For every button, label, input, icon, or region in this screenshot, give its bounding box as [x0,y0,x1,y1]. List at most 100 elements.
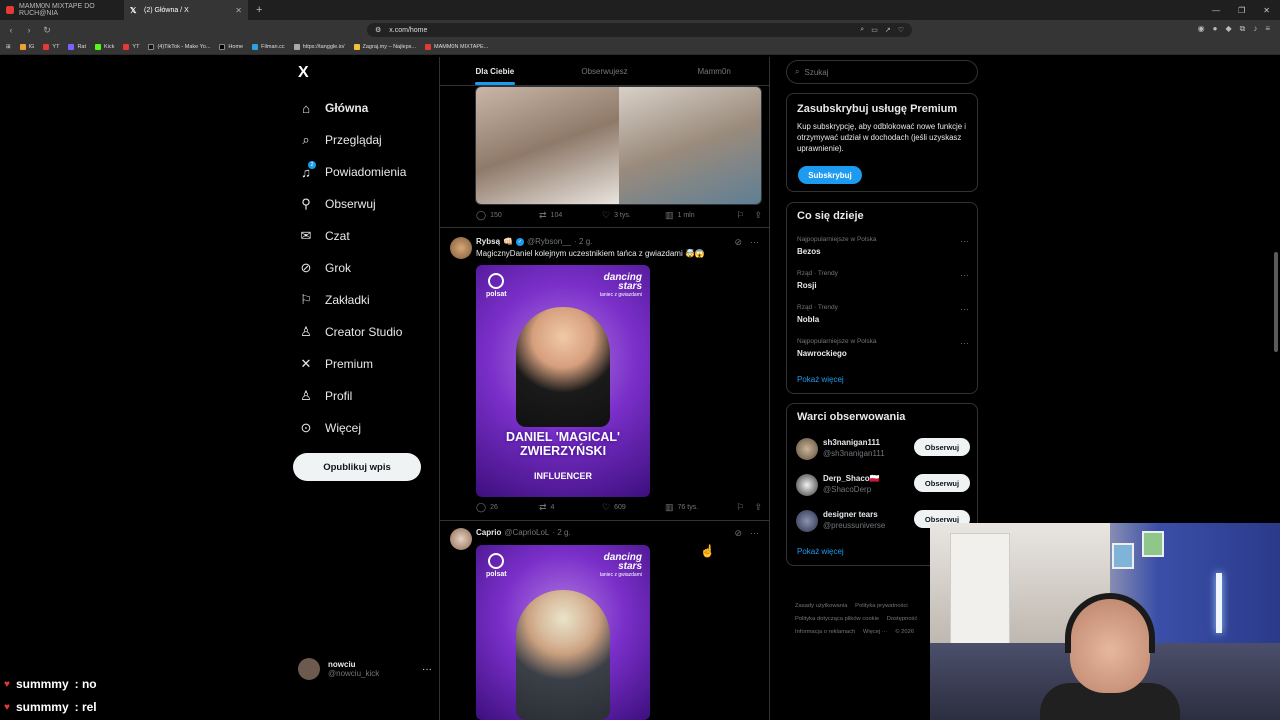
like-button[interactable]: ♡ 3 tys. [602,210,665,221]
tweet-author[interactable]: Rybsą [476,237,500,246]
nav-notifications[interactable]: ♫ 2 Powiadomienia [298,156,406,188]
close-tab-icon[interactable]: ✕ [235,6,242,15]
maximize-icon[interactable]: ❐ [1238,6,1245,15]
bookmark-item[interactable]: YT [123,44,139,50]
reply-button[interactable]: ◯ 150 [476,210,539,221]
bookmark-item[interactable]: https://tanggle.io/ [293,44,345,50]
grok-icon[interactable]: ⊘ [734,528,742,539]
nav-home[interactable]: ⌂ Główna [298,92,406,124]
bookmark-star-icon[interactable]: ♡ [898,26,904,34]
footer-link[interactable]: Informacja o reklamach [795,629,855,635]
follow-suggestion[interactable]: Derp_Shaco🇵🇱 @ShacoDerp Obserwuj [796,474,970,500]
tab-for-you[interactable]: Dla Ciebie [440,57,550,85]
follow-suggestion[interactable]: sh3nanigan111 @sh3nanigan111 Obserwuj [796,438,970,464]
site-info-icon[interactable]: ⚙ [375,26,381,34]
more-icon[interactable]: ··· [960,304,969,314]
more-icon[interactable]: ··· [750,237,759,248]
bookmark-item[interactable]: Home [219,44,243,50]
more-icon[interactable]: ··· [960,236,969,246]
bookmark-item[interactable]: MAMM0N MIXTAPE... [425,44,488,50]
nav-explore[interactable]: ⌕ Przeglądaj [298,124,406,156]
footer-link[interactable]: Polityka dotycząca plików cookie [795,616,879,622]
tweet-time[interactable]: · 2 g. [552,528,570,537]
trend-item[interactable]: Rząd · Trendy Rosji ··· [797,270,969,290]
show-more-link[interactable]: Pokaż więcej [797,375,844,384]
more-icon[interactable]: ··· [960,270,969,280]
nav-grok[interactable]: ⊘ Grok [298,252,406,284]
extensions-icon[interactable]: ⧉ [1240,24,1246,34]
footer-link[interactable]: Więcej ··· [863,629,888,635]
avatar[interactable] [450,528,472,550]
tweet-handle[interactable]: @Rybson__ [527,237,571,246]
tweet-handle[interactable]: @CaprioLoL [504,528,549,537]
footer-link[interactable]: Dostępność [887,616,918,622]
browser-tab[interactable]: MAMM0N MIXTAPE DO RUCH@NIA [0,0,124,20]
minimize-icon[interactable]: — [1212,6,1220,15]
bookmark-item[interactable]: (4)TikTok - Make Yo... [148,44,210,50]
footer-link[interactable]: Zasady użytkowania [795,603,848,609]
trend-item[interactable]: Najpopularniejsze w Polska Nawrockiego ·… [797,338,969,358]
reload-icon[interactable]: ↻ [42,25,52,36]
views-button[interactable]: ▥ 1 mln [665,210,728,221]
bookmark-icon[interactable]: ⚐ [736,210,744,221]
more-icon[interactable]: ··· [960,338,969,348]
bookmark-icon[interactable]: ⚐ [736,502,744,513]
avatar[interactable] [450,237,472,259]
search-box[interactable]: ⌕ [786,60,978,84]
menu-icon[interactable]: ≡ [1265,24,1270,34]
tab-following[interactable]: Obserwujesz [550,57,660,85]
account-switcher[interactable]: nowciu @nowciu_kick ··· [298,658,432,680]
trend-item[interactable]: Rząd · Trendy Nobla ··· [797,304,969,324]
nav-follow[interactable]: ⚲ Obserwuj [298,188,406,220]
close-window-icon[interactable]: ✕ [1263,6,1270,15]
extension-icon[interactable]: ◆ [1225,24,1231,34]
tweet-media[interactable] [475,86,762,205]
show-more-link[interactable]: Pokaż więcej [797,547,844,556]
bookmark-item[interactable]: YT [43,44,59,50]
like-button[interactable]: ♡ 609 [602,502,665,513]
bookmark-item[interactable]: Rat [68,44,86,50]
bookmark-item[interactable]: Zagraj.my – Najleps... [353,44,416,50]
nav-bookmarks[interactable]: ⚐ Zakładki [298,284,406,316]
trend-item[interactable]: Najpopularniejsze w Polska Bezos ··· [797,236,969,256]
page-scrollbar[interactable] [1272,57,1280,720]
forward-icon[interactable]: › [24,25,34,35]
tab-mammon[interactable]: Mamm0n [659,57,769,85]
more-icon[interactable]: ··· [422,664,432,675]
nav-more[interactable]: ⊙ Więcej [298,412,406,444]
tweet-time[interactable]: · 2 g. [574,237,592,246]
more-icon[interactable]: ··· [750,528,759,539]
share-icon[interactable]: ↗ [885,26,891,34]
search-input[interactable] [804,67,955,77]
bookmark-item[interactable]: Kick [95,44,114,50]
extension-icon[interactable]: ◉ [1198,24,1205,34]
screenshot-icon[interactable]: ▭ [871,26,878,34]
music-icon[interactable]: ♪ [1253,24,1257,34]
follow-button[interactable]: Obserwuj [914,438,970,456]
share-icon[interactable]: ⇪ [754,210,762,221]
nav-premium[interactable]: ✕ Premium [298,348,406,380]
repost-button[interactable]: ⇄ 4 [539,502,602,513]
back-icon[interactable]: ‹ [6,25,16,35]
share-icon[interactable]: ⇪ [754,502,762,513]
bookmark-item[interactable]: IG [19,44,34,50]
follow-button[interactable]: Obserwuj [914,474,970,492]
reply-button[interactable]: ◯ 26 [476,502,539,513]
tweet-media[interactable]: polsat dancing stars taniec z gwiazdami [476,545,650,720]
nav-chat[interactable]: ✉ Czat [298,220,406,252]
new-tab-icon[interactable]: + [248,4,270,16]
timeline[interactable]: Dla Ciebie Obserwujesz Mamm0n ◯ 150 ⇄ 104 … [439,57,770,720]
tweet[interactable]: Caprio @CaprioLoL · 2 g. ⊘ ··· polsat da… [440,528,769,720]
subscribe-button[interactable]: Subskrybuj [798,166,862,184]
grok-icon[interactable]: ⊘ [734,237,742,248]
x-logo[interactable]: X [298,64,309,82]
address-bar[interactable]: ⚙ x.com/home ⌕ ▭ ↗ ♡ [367,23,912,37]
footer-link[interactable]: Polityka prywatności [855,603,908,609]
nav-creator-studio[interactable]: ♙ Creator Studio [298,316,406,348]
bookmark-item[interactable]: Filman.cc [252,44,285,50]
extension-icon[interactable]: ● [1213,24,1218,34]
repost-button[interactable]: ⇄ 104 [539,210,602,221]
scrollbar-thumb[interactable] [1274,252,1278,352]
tweet[interactable]: Rybsą 👊🏻 ✓ @Rybson__ · 2 g. ⊘ ··· Magicz… [440,237,769,522]
tweet-author[interactable]: Caprio [476,528,501,537]
